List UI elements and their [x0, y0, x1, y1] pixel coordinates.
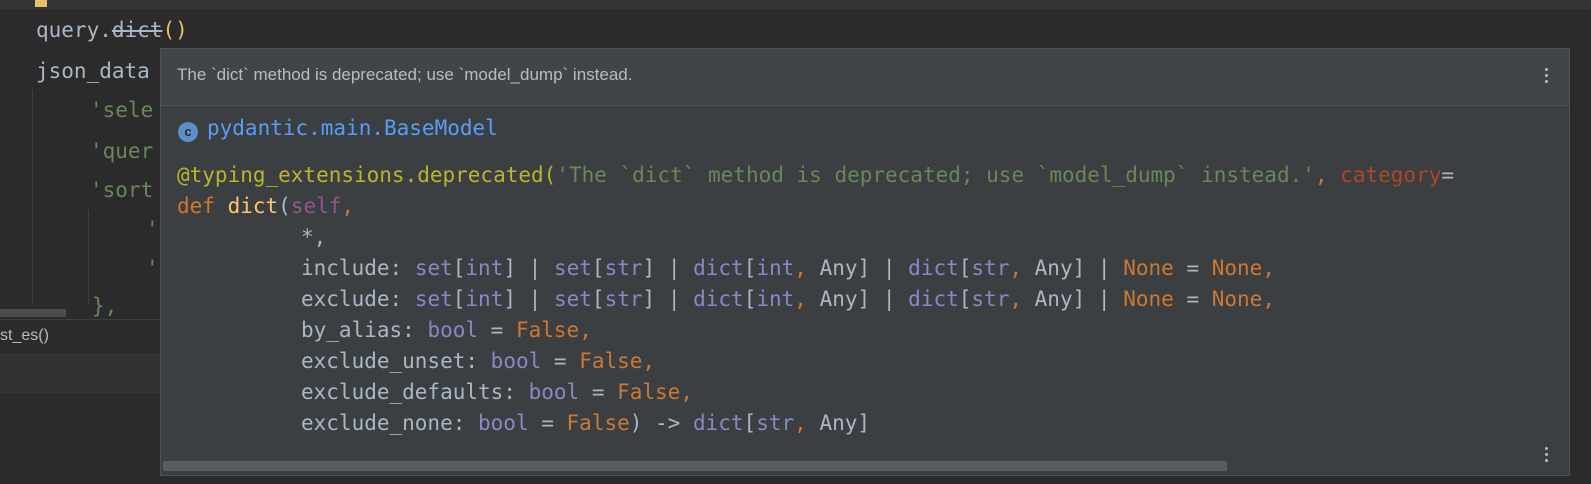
- code-line-sort[interactable]: 'sort: [90, 177, 153, 203]
- fold-marker: [35, 0, 47, 7]
- deprecation-header: The `dict` method is deprecated; use `mo…: [161, 49, 1569, 106]
- code-line-nested-2[interactable]: ': [146, 255, 159, 281]
- code-line-query-dict[interactable]: query.dict(): [36, 17, 188, 43]
- deprecation-message: The `dict` method is deprecated; use `mo…: [177, 65, 633, 84]
- decorator-line: @typing_extensions.deprecated('The `dict…: [177, 163, 1454, 187]
- param-exclude-unset: exclude_unset: bool = False,: [301, 349, 656, 373]
- param-exclude-none: exclude_none: bool = False) -> dict[str,…: [301, 411, 871, 435]
- code-line-close-brace[interactable]: },: [92, 293, 117, 319]
- indent-guide: [32, 90, 33, 305]
- quick-documentation-popup[interactable]: The `dict` method is deprecated; use `mo…: [160, 48, 1570, 476]
- editor-horizontal-scrollbar[interactable]: [0, 309, 66, 317]
- code-line-json-data[interactable]: json_data: [36, 58, 150, 84]
- star-param: *,: [301, 225, 327, 249]
- popup-horizontal-scrollbar[interactable]: [163, 461, 1227, 471]
- class-icon: c: [178, 122, 198, 142]
- param-include: include: set[int] | set[str] | dict[int,…: [301, 256, 1275, 280]
- param-by-alias: by_alias: bool = False,: [301, 318, 592, 342]
- deprecated-dict-call[interactable]: dict: [112, 18, 163, 42]
- param-exclude-defaults: exclude_defaults: bool = False,: [301, 380, 693, 404]
- more-options-icon[interactable]: [1545, 68, 1549, 86]
- run-config-label[interactable]: st_es(): [0, 327, 49, 345]
- code-line-nested-1[interactable]: ': [146, 216, 159, 242]
- param-exclude: exclude: set[int] | set[str] | dict[int,…: [301, 287, 1275, 311]
- run-panel-row[interactable]: [0, 353, 162, 393]
- def-line: def dict(self,: [177, 194, 355, 218]
- code-line-query[interactable]: 'quer: [90, 138, 153, 164]
- indent-guide: [88, 210, 89, 305]
- editor-top-strip: [0, 0, 1591, 9]
- class-path-link[interactable]: pydantic.main.BaseModel: [207, 116, 498, 140]
- popup-footer-options-icon[interactable]: [1545, 447, 1549, 465]
- code-line-select[interactable]: 'sele: [90, 97, 153, 123]
